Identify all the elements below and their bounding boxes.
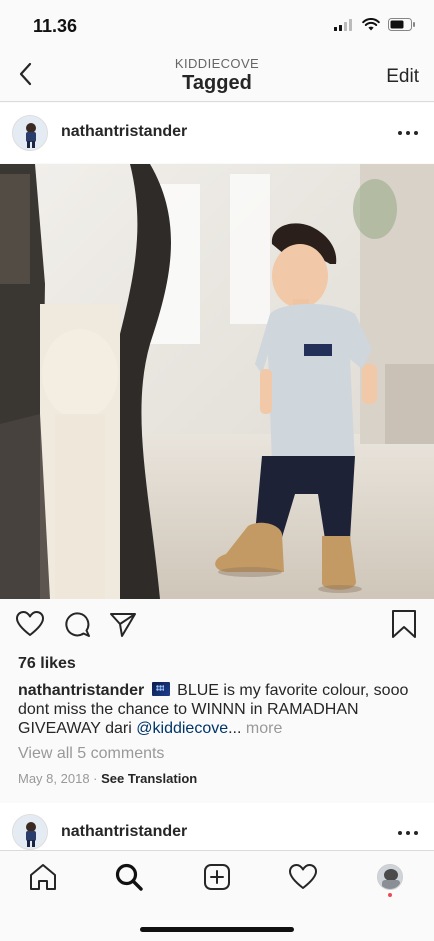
tab-new-post[interactable]: [201, 861, 233, 893]
blue-emoji-icon: [151, 682, 170, 696]
avatar[interactable]: [12, 115, 48, 151]
status-time: 11.36: [33, 16, 78, 36]
heart-icon: [16, 611, 44, 636]
post-caption: nathantristander BLUE is my favorite col…: [18, 681, 418, 738]
search-icon: [115, 863, 143, 891]
nav-subtitle: KIDDIECOVE: [174, 56, 260, 71]
profile-avatar-image: [378, 865, 402, 889]
likes-count[interactable]: 76 likes: [18, 655, 76, 673]
status-bar: 11.36: [0, 0, 434, 50]
send-icon: [110, 613, 136, 637]
save-button[interactable]: [388, 608, 420, 640]
comment-button[interactable]: [61, 608, 93, 640]
tab-profile[interactable]: [374, 861, 406, 893]
wifi-icon: [362, 18, 380, 31]
notification-dot: [388, 893, 392, 897]
meta-separator: ·: [89, 771, 102, 786]
caption-more-link[interactable]: more: [241, 720, 282, 737]
post-meta: May 8, 2018 · See Translation: [18, 771, 197, 786]
post-actions: [0, 608, 434, 648]
status-icons: [334, 18, 416, 31]
post-date: May 8, 2018: [18, 771, 90, 786]
nav-header: KIDDIECOVE Tagged Edit: [0, 50, 434, 102]
signal-icon: [334, 18, 352, 31]
home-icon: [30, 864, 56, 890]
home-indicator: [140, 927, 294, 932]
post-image[interactable]: [0, 164, 434, 599]
comment-icon: [65, 612, 90, 637]
avatar-image: [13, 116, 47, 150]
like-button[interactable]: [14, 608, 46, 640]
caption-username[interactable]: nathantristander: [18, 682, 144, 699]
more-options-icon[interactable]: [398, 128, 418, 138]
caption-ellipsis: ...: [228, 720, 242, 737]
edit-button[interactable]: Edit: [386, 66, 419, 88]
profile-avatar: [377, 864, 403, 890]
tab-home[interactable]: [27, 861, 59, 893]
view-comments-link[interactable]: View all 5 comments: [18, 745, 164, 763]
avatar[interactable]: [12, 814, 48, 850]
share-button[interactable]: [107, 608, 139, 640]
next-post-header: nathantristander: [0, 803, 434, 850]
activity-heart-icon: [289, 864, 317, 889]
new-post-icon: [204, 864, 230, 890]
post-photo: [0, 164, 434, 599]
more-options-icon[interactable]: [398, 828, 418, 838]
battery-icon: [388, 18, 415, 31]
tab-activity[interactable]: [287, 861, 319, 893]
post-header: nathantristander: [0, 103, 434, 163]
next-post-username[interactable]: nathantristander: [61, 823, 187, 841]
tab-bar: [0, 850, 434, 941]
page-title: Tagged: [182, 72, 252, 94]
post-username[interactable]: nathantristander: [61, 123, 187, 141]
avatar-image: [13, 815, 47, 849]
bookmark-icon: [392, 610, 416, 638]
see-translation-link[interactable]: See Translation: [101, 771, 197, 786]
tab-search[interactable]: [113, 861, 145, 893]
caption-mention[interactable]: @kiddiecove: [136, 720, 228, 737]
